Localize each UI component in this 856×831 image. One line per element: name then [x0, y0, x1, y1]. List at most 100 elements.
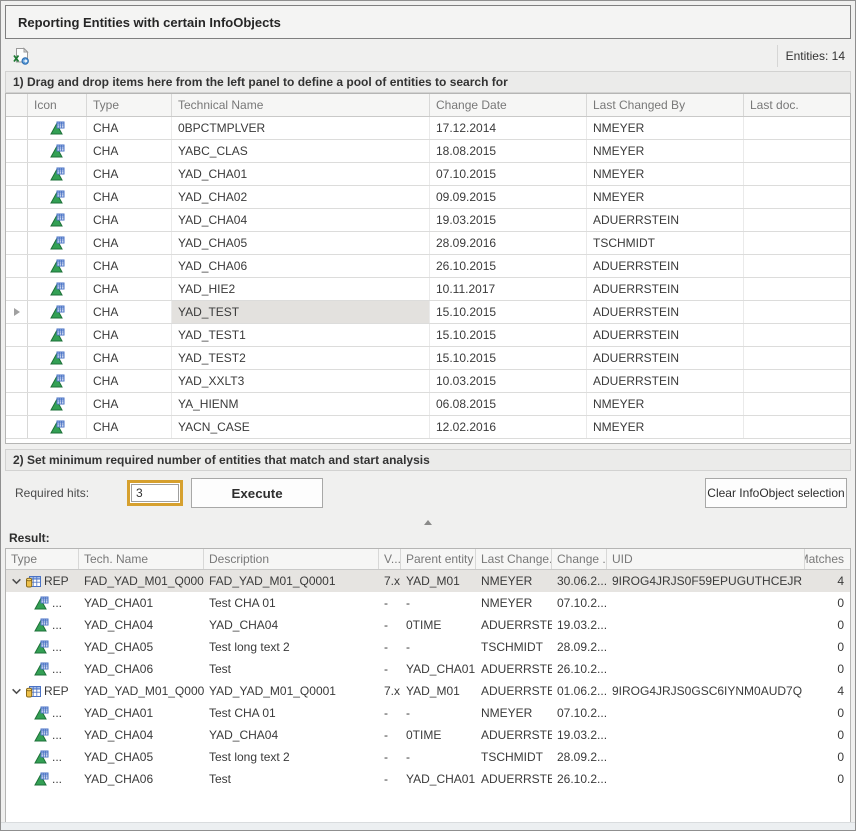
row-selector-cell[interactable] — [6, 140, 28, 162]
version-cell: - — [379, 702, 401, 724]
result-row-cha[interactable]: ... YAD_CHA06 Test - YAD_CHA01 ADUERRSTE… — [6, 658, 850, 680]
title-bar: Reporting Entities with certain InfoObje… — [5, 5, 851, 39]
row-selector-cell[interactable] — [6, 163, 28, 185]
result-row-cha[interactable]: ... YAD_CHA06 Test - YAD_CHA01 ADUERRSTE… — [6, 768, 850, 790]
pool-table-row-selected[interactable]: CHA YAD_TEST 15.10.2015 ADUERRSTEIN — [6, 301, 850, 324]
pool-table-row[interactable]: CHA YACN_CASE 12.02.2016 NMEYER — [6, 416, 850, 439]
header-matches[interactable]: Matches — [805, 549, 850, 569]
tech-name-cell[interactable]: YAD_CHA06 — [79, 768, 204, 790]
pool-table-row[interactable]: CHA YA_HIENM 06.08.2015 NMEYER — [6, 393, 850, 416]
header-uid[interactable]: UID — [607, 549, 805, 569]
row-selector-cell[interactable] — [6, 255, 28, 277]
characteristic-icon — [33, 617, 49, 633]
row-selector-cell[interactable] — [6, 232, 28, 254]
type-cell: ... — [6, 658, 79, 680]
technical-name-cell[interactable]: YAD_TEST2 — [172, 347, 430, 369]
required-hits-input[interactable] — [131, 484, 179, 502]
technical-name-cell[interactable]: YACN_CASE — [172, 416, 430, 438]
tech-name-cell[interactable]: YAD_CHA01 — [79, 702, 204, 724]
header-type[interactable]: Type — [87, 94, 172, 116]
header-change-date[interactable]: Change ... — [552, 549, 607, 569]
technical-name-cell[interactable]: YAD_XXLT3 — [172, 370, 430, 392]
pool-table-row[interactable]: CHA YAD_TEST2 15.10.2015 ADUERRSTEIN — [6, 347, 850, 370]
icon-cell — [28, 255, 87, 277]
header-last-changed-by[interactable]: Last Changed By — [587, 94, 744, 116]
header-tech-name[interactable]: Tech. Name — [79, 549, 204, 569]
technical-name-cell[interactable]: YAD_CHA04 — [172, 209, 430, 231]
tech-name-cell[interactable]: YAD_YAD_M01_Q0001 — [79, 680, 204, 702]
chevron-down-icon[interactable] — [11, 686, 22, 697]
result-row-cha[interactable]: ... YAD_CHA01 Test CHA 01 - - NMEYER 07.… — [6, 702, 850, 724]
technical-name-cell[interactable]: YAD_CHA02 — [172, 186, 430, 208]
change-date-cell: 15.10.2015 — [430, 324, 587, 346]
change-date-cell: 15.10.2015 — [430, 301, 587, 323]
pool-table-row[interactable]: CHA YAD_CHA04 19.03.2015 ADUERRSTEIN — [6, 209, 850, 232]
header-version[interactable]: V... — [379, 549, 401, 569]
tech-name-cell[interactable]: YAD_CHA01 — [79, 592, 204, 614]
header-last-doc[interactable]: Last doc. — [744, 94, 850, 116]
technical-name-cell[interactable]: YABC_CLAS — [172, 140, 430, 162]
pool-table-row[interactable]: CHA YAD_CHA05 28.09.2016 TSCHMIDT — [6, 232, 850, 255]
technical-name-cell[interactable]: 0BPCTMPLVER — [172, 117, 430, 139]
header-parent-entity[interactable]: Parent entity — [401, 549, 476, 569]
row-selector-cell[interactable] — [6, 278, 28, 300]
result-row-rep[interactable]: REP YAD_YAD_M01_Q0001 YAD_YAD_M01_Q0001 … — [6, 680, 850, 702]
tech-name-cell[interactable]: YAD_CHA04 — [79, 724, 204, 746]
header-type[interactable]: Type — [6, 549, 79, 569]
row-selector-cell[interactable] — [6, 186, 28, 208]
technical-name-cell[interactable]: YAD_HIE2 — [172, 278, 430, 300]
row-selector-cell[interactable] — [6, 324, 28, 346]
icon-cell — [28, 209, 87, 231]
technical-name-cell[interactable]: YAD_CHA05 — [172, 232, 430, 254]
result-row-cha[interactable]: ... YAD_CHA05 Test long text 2 - - TSCHM… — [6, 746, 850, 768]
row-selector-cell[interactable] — [6, 370, 28, 392]
header-description[interactable]: Description — [204, 549, 379, 569]
header-technical-name[interactable]: Technical Name — [172, 94, 430, 116]
execute-button[interactable]: Execute — [191, 478, 323, 508]
type-cell: REP — [6, 680, 79, 702]
change-date-cell: 26.10.2... — [552, 768, 607, 790]
type-cell: CHA — [87, 278, 172, 300]
clear-infoobject-selection-button[interactable]: Clear InfoObject selection — [705, 478, 847, 508]
result-row-rep-selected[interactable]: REP FAD_YAD_M01_Q0001 FAD_YAD_M01_Q0001 … — [6, 570, 850, 592]
pool-table-row[interactable]: CHA YAD_HIE2 10.11.2017 ADUERRSTEIN — [6, 278, 850, 301]
pool-table-row[interactable]: CHA YAD_TEST1 15.10.2015 ADUERRSTEIN — [6, 324, 850, 347]
pool-table-row[interactable]: CHA YABC_CLAS 18.08.2015 NMEYER — [6, 140, 850, 163]
row-selector-cell[interactable] — [6, 209, 28, 231]
tech-name-cell[interactable]: YAD_CHA05 — [79, 636, 204, 658]
last-doc-cell — [744, 278, 850, 300]
technical-name-cell[interactable]: YAD_TEST1 — [172, 324, 430, 346]
row-selector-cell[interactable] — [6, 416, 28, 438]
technical-name-cell[interactable]: YA_HIENM — [172, 393, 430, 415]
tech-name-cell[interactable]: YAD_CHA04 — [79, 614, 204, 636]
pool-table-row[interactable]: CHA 0BPCTMPLVER 17.12.2014 NMEYER — [6, 117, 850, 140]
last-changed-cell: NMEYER — [476, 592, 552, 614]
pool-table-row[interactable]: CHA YAD_CHA06 26.10.2015 ADUERRSTEIN — [6, 255, 850, 278]
tech-name-cell[interactable]: YAD_CHA06 — [79, 658, 204, 680]
chevron-down-icon[interactable] — [11, 576, 22, 587]
export-to-excel-button[interactable] — [9, 44, 33, 68]
result-row-cha[interactable]: ... YAD_CHA04 YAD_CHA04 - 0TIME ADUERRST… — [6, 724, 850, 746]
change-date-cell: 06.08.2015 — [430, 393, 587, 415]
row-selector-cell[interactable] — [6, 393, 28, 415]
type-cell: ... — [6, 614, 79, 636]
row-selector-cell[interactable] — [6, 347, 28, 369]
row-selector-cell[interactable] — [6, 301, 28, 323]
header-icon[interactable]: Icon — [28, 94, 87, 116]
tech-name-cell[interactable]: YAD_CHA05 — [79, 746, 204, 768]
result-row-cha[interactable]: ... YAD_CHA04 YAD_CHA04 - 0TIME ADUERRST… — [6, 614, 850, 636]
tech-name-cell[interactable]: FAD_YAD_M01_Q0001 — [79, 570, 204, 592]
pool-table-row[interactable]: CHA YAD_XXLT3 10.03.2015 ADUERRSTEIN — [6, 370, 850, 393]
splitter-handle[interactable] — [5, 515, 851, 529]
pool-table-row[interactable]: CHA YAD_CHA02 09.09.2015 NMEYER — [6, 186, 850, 209]
header-last-changed[interactable]: Last Change... — [476, 549, 552, 569]
result-row-cha[interactable]: ... YAD_CHA01 Test CHA 01 - - NMEYER 07.… — [6, 592, 850, 614]
technical-name-cell[interactable]: YAD_CHA06 — [172, 255, 430, 277]
characteristic-icon — [49, 350, 65, 366]
technical-name-cell[interactable]: YAD_CHA01 — [172, 163, 430, 185]
technical-name-cell-focused[interactable]: YAD_TEST — [172, 301, 430, 323]
result-row-cha[interactable]: ... YAD_CHA05 Test long text 2 - - TSCHM… — [6, 636, 850, 658]
header-change-date[interactable]: Change Date — [430, 94, 587, 116]
pool-table-row[interactable]: CHA YAD_CHA01 07.10.2015 NMEYER — [6, 163, 850, 186]
row-selector-cell[interactable] — [6, 117, 28, 139]
